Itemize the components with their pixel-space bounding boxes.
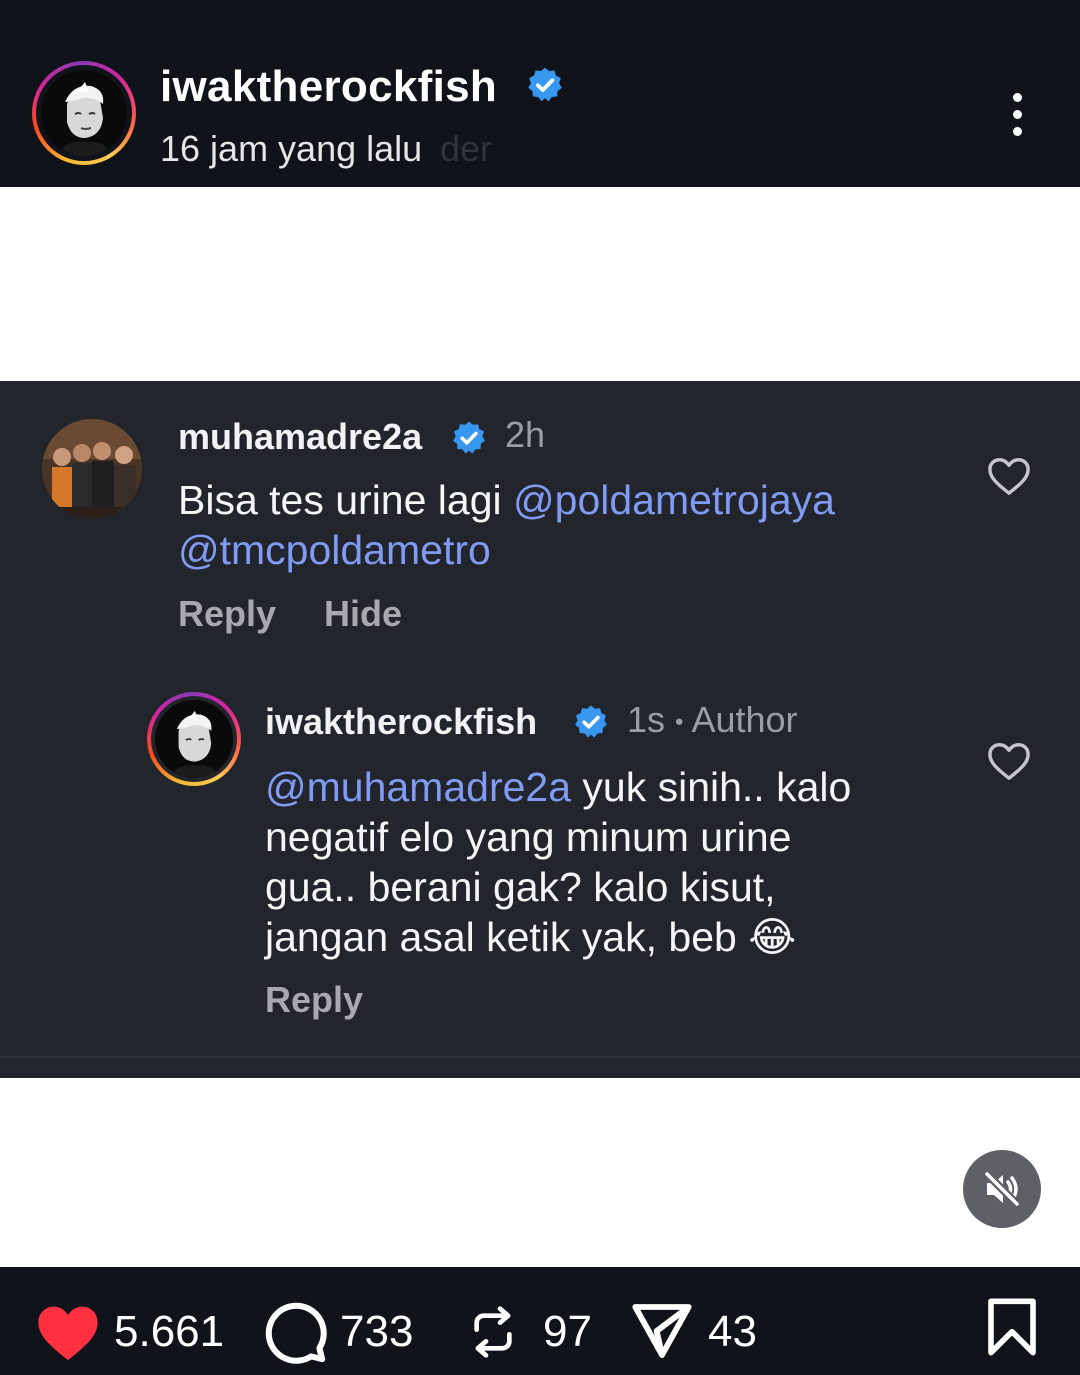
reply-button[interactable]: Reply [178,593,276,635]
comment-text: Bisa tes urine lagi [178,477,514,523]
commenter-avatar-photo [42,419,142,519]
author-avatar[interactable] [32,61,136,165]
comment-screenshot: muhamadre2a 2h Bisa tes urine lagi @pold… [0,381,1080,1078]
like-count: 5.661 [114,1307,225,1356]
comment-time: 2h [505,414,546,455]
mention-link[interactable]: @poldametrojaya [513,477,835,523]
heart-outline-icon[interactable] [986,740,1032,782]
author-label: Author [691,699,798,740]
more-options-icon[interactable] [1000,90,1036,140]
author-username[interactable]: iwaktherockfish [160,62,497,112]
hide-button[interactable]: Hide [324,593,402,635]
repost-icon[interactable] [465,1299,521,1365]
reply-text-line-2: negatif elo yang minum urine [265,814,792,860]
reply-author-username[interactable]: iwaktherockfish [265,701,537,743]
repost-count: 97 [543,1307,592,1356]
reply-time-value: 1s [627,699,666,740]
meta-separator: • [675,708,684,736]
reply-body: @muhamadre2a yuk sinih.. kalo negatif el… [265,762,851,962]
verified-badge-icon [528,67,562,102]
commenter-username[interactable]: muhamadre2a [178,416,422,458]
reply-text-line-3: gua.. berani gak? kalo kisut, [265,864,776,910]
comment-count: 733 [340,1307,414,1356]
share-count: 43 [708,1307,757,1356]
post-header: iwaktherockfish 16 jam yang lalu der [0,0,1080,187]
reply-author-avatar [147,692,241,786]
mention-link[interactable]: @tmcpoldametro [178,527,491,573]
verified-badge-icon [575,705,607,738]
heart-filled-icon[interactable] [34,1301,102,1363]
reply-text-line-1: yuk sinih.. kalo [571,764,852,810]
mute-icon [983,1170,1021,1208]
divider [0,1056,1080,1058]
ghost-text: der [440,128,493,169]
post-action-bar: 5.661 733 97 43 [0,1267,1080,1375]
author-avatar-photo [41,70,127,156]
mention-link[interactable]: @muhamadre2a [265,764,571,810]
verified-badge-icon [453,421,485,454]
commenter-avatar [42,419,142,519]
mute-button[interactable] [963,1150,1041,1228]
laughing-emoji: 😂 [748,914,797,960]
reply-button[interactable]: Reply [265,979,363,1021]
heart-outline-icon[interactable] [986,455,1032,497]
reply-text-line-4: jangan asal ketik yak, beb [265,914,737,960]
comment-body: Bisa tes urine lagi @poldametrojaya @tmc… [178,475,835,575]
reply-author-avatar-photo [155,700,233,778]
comment-icon[interactable] [263,1300,329,1366]
bookmark-icon[interactable] [984,1296,1040,1358]
send-icon[interactable] [630,1299,694,1363]
reply-time: 1s • Author [627,699,798,741]
post-timestamp: 16 jam yang lalu [160,128,423,169]
